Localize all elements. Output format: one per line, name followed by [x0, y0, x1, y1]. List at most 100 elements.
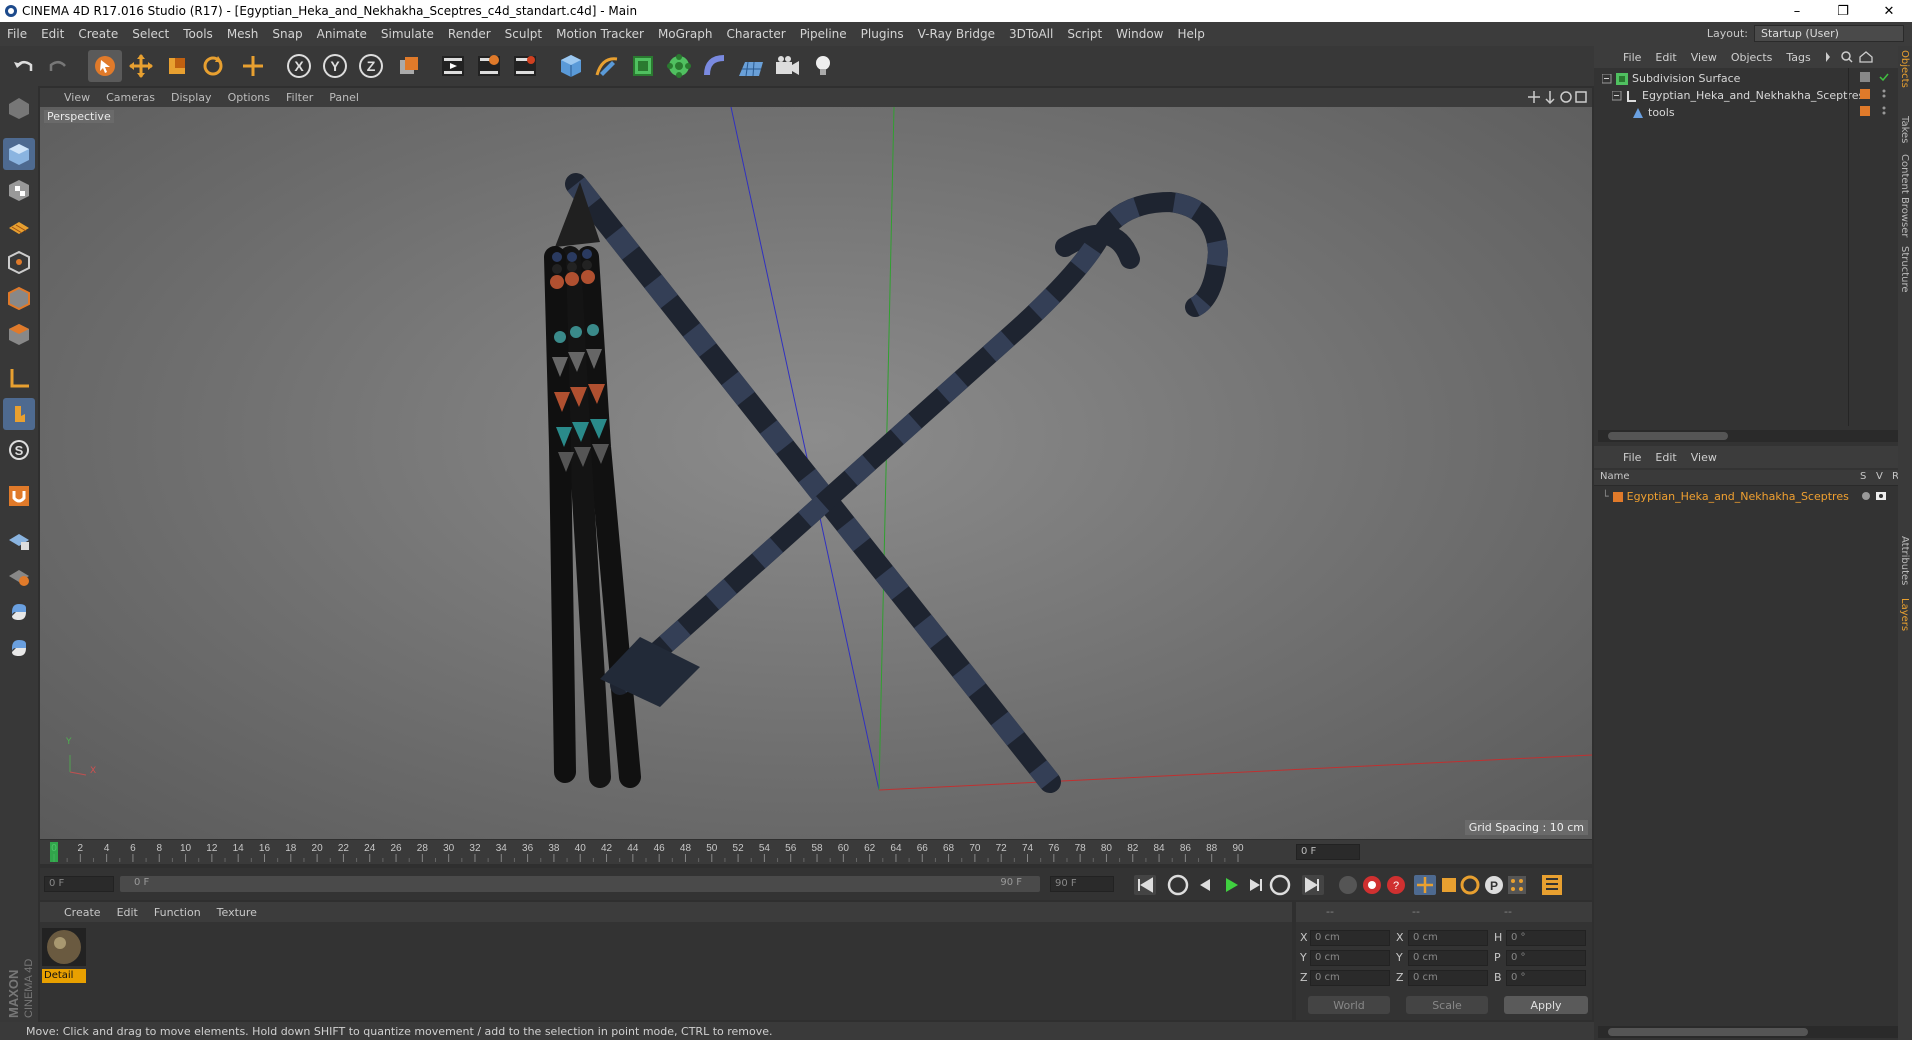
mograph-cloner-icon[interactable] [662, 50, 696, 82]
restore-button[interactable]: ❐ [1820, 0, 1866, 22]
menu-pipeline[interactable]: Pipeline [793, 27, 854, 41]
om-horizontal-scrollbar[interactable] [1598, 430, 1898, 442]
menu-sculpt[interactable]: Sculpt [498, 27, 549, 41]
lm-scroll-thumb[interactable] [1608, 1028, 1808, 1036]
subdivision-nurbs-icon[interactable] [626, 50, 660, 82]
python-script-icon[interactable] [3, 596, 35, 628]
minimize-button[interactable]: – [1774, 0, 1820, 22]
size-z-field[interactable]: 0 cm [1408, 970, 1488, 986]
side-tab-takes[interactable]: Takes [1899, 116, 1910, 143]
render-view-icon[interactable] [436, 50, 470, 82]
lm-menu-file[interactable]: File [1616, 451, 1648, 464]
menu-create[interactable]: Create [71, 27, 125, 41]
viewport-nav-icons[interactable] [1528, 90, 1588, 104]
lm-menu-view[interactable]: View [1684, 451, 1724, 464]
close-button[interactable]: ✕ [1866, 0, 1912, 22]
rot-b-field[interactable]: 0 ° [1506, 970, 1586, 986]
menu-plugins[interactable]: Plugins [854, 27, 911, 41]
menu-motion-tracker[interactable]: Motion Tracker [549, 27, 651, 41]
lm-horizontal-scrollbar[interactable] [1598, 1026, 1898, 1038]
camera-icon[interactable] [770, 50, 804, 82]
select-arrow-icon[interactable] [88, 50, 122, 82]
texture-mode-icon[interactable] [3, 174, 35, 206]
side-tab-structure[interactable]: Structure [1899, 246, 1910, 293]
coordinate-system-icon[interactable] [392, 50, 426, 82]
om-menu-tags[interactable]: Tags [1779, 51, 1817, 64]
material-swatch[interactable]: Detail [42, 928, 86, 983]
menu-character[interactable]: Character [719, 27, 792, 41]
size-x-field[interactable]: 0 cm [1408, 930, 1488, 946]
current-frame-field[interactable]: 0 F [1296, 844, 1360, 860]
mat-menu-function[interactable]: Function [146, 906, 209, 919]
menu-tools[interactable]: Tools [176, 27, 220, 41]
vp-menu-panel[interactable]: Panel [321, 91, 367, 104]
pen-spline-icon[interactable] [590, 50, 624, 82]
rot-p-field[interactable]: 0 ° [1506, 950, 1586, 966]
om-scroll-thumb[interactable] [1608, 432, 1728, 440]
world-dropdown[interactable]: World [1308, 996, 1390, 1014]
menu-simulate[interactable]: Simulate [374, 27, 441, 41]
menu-window[interactable]: Window [1109, 27, 1170, 41]
menu-mograph[interactable]: MoGraph [651, 27, 720, 41]
side-tab-layers[interactable]: Layers [1899, 598, 1910, 631]
timeline-ruler[interactable]: 0246810121416182022242628303234363840424… [40, 840, 1592, 864]
points-mode-icon[interactable] [3, 246, 35, 278]
vp-menu-cameras[interactable]: Cameras [98, 91, 163, 104]
cube-primitive-icon[interactable] [554, 50, 588, 82]
object-row[interactable]: tools [1632, 106, 1675, 119]
polygons-mode-icon[interactable] [3, 318, 35, 350]
object-visibility-toggles[interactable] [1858, 72, 1894, 122]
menu-mesh[interactable]: Mesh [220, 27, 266, 41]
frame-range-slider[interactable]: 0 F 90 F [120, 876, 1040, 892]
playhead[interactable] [50, 842, 58, 862]
menu-select[interactable]: Select [125, 27, 176, 41]
object-row[interactable]: Egyptian_Heka_and_Nekhakha_Sceptres [1612, 89, 1864, 102]
vp-menu-options[interactable]: Options [220, 91, 278, 104]
vp-menu-display[interactable]: Display [163, 91, 220, 104]
menu-snap[interactable]: Snap [265, 27, 309, 41]
y-axis-lock-icon[interactable]: Y [318, 50, 352, 82]
side-tab-objects[interactable]: Objects [1899, 50, 1910, 88]
menu-script[interactable]: Script [1060, 27, 1109, 41]
mat-menu-edit[interactable]: Edit [109, 906, 146, 919]
menu-animate[interactable]: Animate [310, 27, 374, 41]
tree-expand-icon[interactable] [1602, 73, 1612, 84]
menu-file[interactable]: File [0, 27, 34, 41]
workplane-icon[interactable] [3, 210, 35, 242]
3d-viewport[interactable]: Y X Grid Spacing : 10 cm [40, 107, 1592, 839]
lm-menu-edit[interactable]: Edit [1648, 451, 1683, 464]
tree-expand-icon[interactable] [1612, 90, 1622, 101]
menu-3dtoall[interactable]: 3DToAll [1002, 27, 1060, 41]
model-mode-icon[interactable] [3, 138, 35, 170]
tweak-mode-icon[interactable] [3, 398, 35, 430]
axis-mode-icon[interactable] [3, 362, 35, 394]
menu-help[interactable]: Help [1170, 27, 1211, 41]
menu-vray-bridge[interactable]: V-Ray Bridge [911, 27, 1002, 41]
om-search-icons[interactable] [1824, 50, 1884, 64]
start-frame-field[interactable]: 0 F [44, 876, 114, 892]
grid-snap-icon[interactable] [3, 560, 35, 592]
size-y-field[interactable]: 0 cm [1408, 950, 1488, 966]
python-plugin-icon[interactable] [3, 632, 35, 664]
mat-menu-create[interactable]: Create [56, 906, 109, 919]
scale-dropdown[interactable]: Scale [1406, 996, 1488, 1014]
redo-icon[interactable] [42, 50, 76, 82]
object-row[interactable]: Subdivision Surface [1602, 72, 1740, 85]
move-icon[interactable] [124, 50, 158, 82]
edges-mode-icon[interactable] [3, 282, 35, 314]
floor-environment-icon[interactable] [734, 50, 768, 82]
menu-render[interactable]: Render [441, 27, 498, 41]
undo-icon[interactable] [6, 50, 40, 82]
vp-menu-filter[interactable]: Filter [278, 91, 321, 104]
pos-x-field[interactable]: 0 cm [1310, 930, 1390, 946]
x-axis-lock-icon[interactable]: X [282, 50, 316, 82]
side-tab-content-browser[interactable]: Content Browser [1899, 154, 1910, 237]
rot-h-field[interactable]: 0 ° [1506, 930, 1586, 946]
om-menu-objects[interactable]: Objects [1724, 51, 1780, 64]
apply-button[interactable]: Apply [1504, 996, 1588, 1014]
scale-icon[interactable] [160, 50, 194, 82]
z-axis-lock-icon[interactable]: Z [354, 50, 388, 82]
pos-z-field[interactable]: 0 cm [1310, 970, 1390, 986]
make-editable-icon[interactable] [3, 92, 35, 124]
vp-menu-view[interactable]: View [56, 91, 98, 104]
